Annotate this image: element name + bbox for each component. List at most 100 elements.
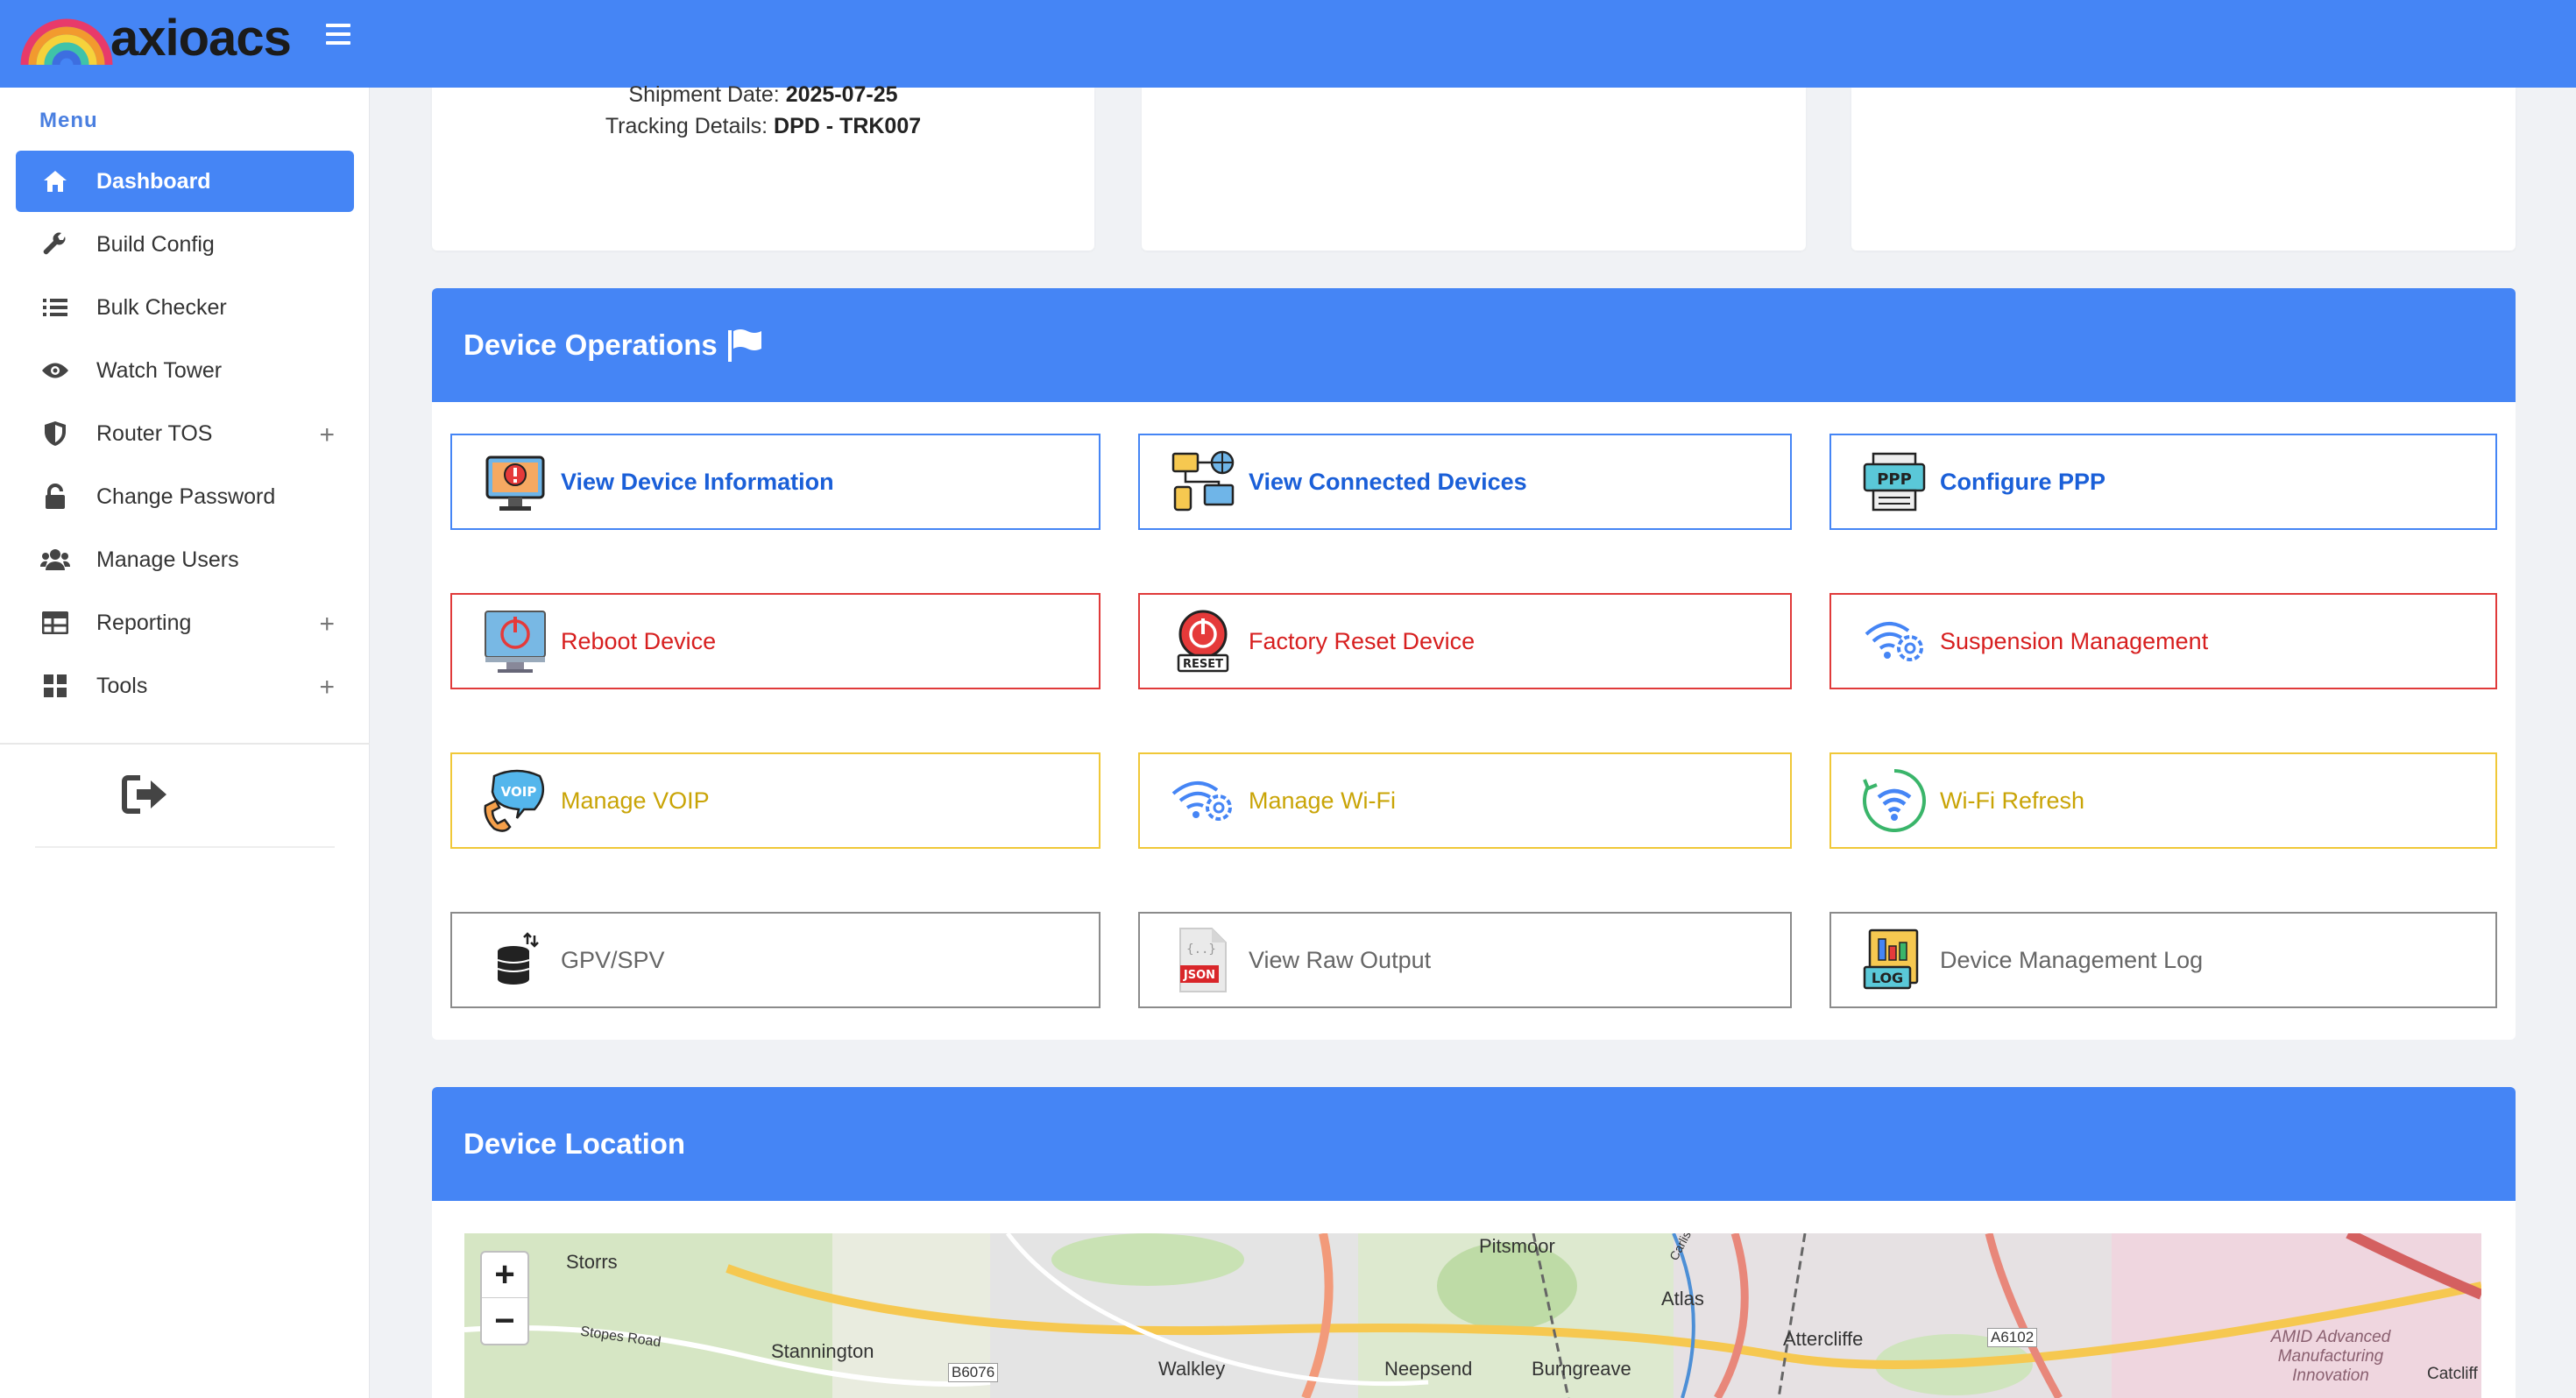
table-icon [40, 608, 70, 638]
map-label: A6102 [1987, 1328, 2038, 1347]
button-label: Reboot Device [561, 627, 717, 654]
sidebar-item-label: Bulk Checker [96, 294, 227, 320]
users-icon [40, 545, 70, 575]
database-icon [482, 927, 548, 993]
button-label: View Raw Output [1249, 946, 1432, 973]
tracking-label: Tracking Details: [605, 114, 768, 138]
manage-voip-button[interactable]: VOIP Manage VOIP [450, 752, 1100, 849]
panel-title: Device Operations [464, 328, 718, 361]
sidebar-item-tools[interactable]: Tools + [16, 655, 354, 717]
device-info-icon [482, 448, 548, 515]
gpv-spv-button[interactable]: GPV/SPV [450, 912, 1100, 1008]
sidebar-item-reporting[interactable]: Reporting + [16, 592, 354, 653]
map-label: AMID Advanced Manufacturing Innovation [2270, 1328, 2391, 1385]
reboot-device-button[interactable]: Reboot Device [450, 593, 1100, 689]
shipment-date: Shipment Date: 2025-07-25 [432, 82, 1094, 108]
sidebar-item-bulk-checker[interactable]: Bulk Checker [16, 277, 354, 338]
device-management-log-button[interactable]: LOG Device Management Log [1829, 912, 2497, 1008]
map-label: B6076 [948, 1363, 999, 1382]
sidebar-item-label: Watch Tower [96, 357, 223, 383]
logout-icon[interactable] [121, 773, 170, 816]
view-connected-devices-button[interactable]: View Connected Devices [1138, 434, 1792, 530]
map-tiles [464, 1233, 2481, 1398]
sidebar-item-watch-tower[interactable]: Watch Tower [16, 340, 354, 401]
wifi-settings-icon [1170, 767, 1236, 834]
wifi-refresh-button[interactable]: Wi-Fi Refresh [1829, 752, 2497, 849]
button-label: Factory Reset Device [1249, 627, 1476, 654]
button-label: Suspension Management [1940, 627, 2209, 654]
wifi-gear-icon [1861, 608, 1928, 674]
info-card [1851, 88, 2516, 251]
button-label: Device Management Log [1940, 946, 2204, 973]
button-label: Manage Wi-Fi [1249, 787, 1397, 814]
svg-text:LOG: LOG [1872, 970, 1903, 986]
map-label: Atlas [1661, 1288, 1704, 1310]
shipment-card: Shipment Date: 2025-07-25 Tracking Detai… [432, 82, 1094, 251]
shipment-date-label: Shipment Date: [628, 82, 780, 107]
manage-wifi-button[interactable]: Manage Wi-Fi [1138, 752, 1792, 849]
shipment-date-value: 2025-07-25 [785, 82, 898, 107]
svg-text:{..}: {..} [1186, 943, 1216, 957]
sidebar-item-build-config[interactable]: Build Config [16, 214, 354, 275]
map-label: Stannington [771, 1340, 874, 1362]
zoom-in-button[interactable]: + [482, 1253, 527, 1298]
map-view[interactable]: + − Storrs Pitsmoor Atlas Stannington St… [464, 1233, 2481, 1398]
hamburger-menu-icon[interactable] [326, 24, 350, 45]
map-zoom-control: + − [480, 1251, 529, 1345]
sidebar-divider [0, 743, 370, 745]
sidebar-item-label: Reporting [96, 610, 192, 635]
expand-icon[interactable]: + [319, 420, 335, 450]
svg-text:RESET: RESET [1183, 658, 1223, 671]
panel-title: Device Location [464, 1127, 686, 1160]
sidebar-divider [35, 846, 335, 848]
svg-text:VOIP: VOIP [501, 784, 537, 800]
expand-icon[interactable]: + [319, 610, 335, 639]
map-label: Pitsmoor [1479, 1235, 1555, 1257]
button-label: Wi-Fi Refresh [1940, 787, 2085, 814]
map-label: Catcliff [2427, 1365, 2478, 1383]
button-label: View Connected Devices [1249, 468, 1527, 495]
expand-icon[interactable]: + [319, 673, 335, 703]
view-raw-output-button[interactable]: {..} JSON View Raw Output [1138, 912, 1792, 1008]
view-device-information-button[interactable]: View Device Information [450, 434, 1100, 530]
sidebar-item-manage-users[interactable]: Manage Users [16, 529, 354, 590]
device-operations-header: Device Operations [432, 288, 2516, 402]
sidebar-nav: Dashboard Build Config Bulk Checker Watc… [16, 151, 354, 718]
voip-icon: VOIP [482, 767, 548, 834]
sidebar: Menu Dashboard Build Config Bulk Checker… [0, 88, 370, 1398]
brand-name: axioacs [110, 10, 292, 67]
map-label: Attercliffe [1783, 1328, 1864, 1350]
lock-icon [40, 482, 70, 512]
sidebar-item-router-tos[interactable]: Router TOS + [16, 403, 354, 464]
sidebar-item-label: Change Password [96, 484, 276, 509]
shield-icon [40, 419, 70, 448]
sidebar-item-label: Manage Users [96, 547, 239, 572]
grid-icon [40, 671, 70, 701]
factory-reset-device-button[interactable]: RESET Factory Reset Device [1138, 593, 1792, 689]
svg-text:JSON: JSON [1183, 969, 1215, 982]
zoom-out-button[interactable]: − [482, 1298, 527, 1344]
sidebar-item-dashboard[interactable]: Dashboard [16, 151, 354, 212]
map-label: Neepsend [1384, 1358, 1473, 1380]
reset-icon: RESET [1170, 608, 1236, 674]
sidebar-item-label: Dashboard [96, 168, 211, 194]
tracking-details: Tracking Details: DPD - TRK007 [432, 114, 1094, 139]
menu-label: Menu [39, 109, 98, 132]
map-label: Walkley [1158, 1358, 1226, 1380]
button-label: GPV/SPV [561, 946, 665, 973]
top-bar: axioacs [0, 0, 2576, 88]
connected-devices-icon [1170, 448, 1236, 515]
wrench-icon [40, 229, 70, 259]
flag-icon [727, 329, 761, 362]
suspension-management-button[interactable]: Suspension Management [1829, 593, 2497, 689]
reboot-icon [482, 608, 548, 674]
configure-ppp-button[interactable]: PPP Configure PPP [1829, 434, 2497, 530]
wifi-refresh-icon [1861, 767, 1928, 834]
rainbow-logo-icon[interactable] [19, 4, 116, 74]
eye-icon [40, 356, 70, 385]
button-label: View Device Information [561, 468, 834, 495]
list-icon [40, 293, 70, 322]
log-icon: LOG [1861, 927, 1928, 993]
map-label: Storrs [566, 1251, 618, 1273]
sidebar-item-change-password[interactable]: Change Password [16, 466, 354, 527]
